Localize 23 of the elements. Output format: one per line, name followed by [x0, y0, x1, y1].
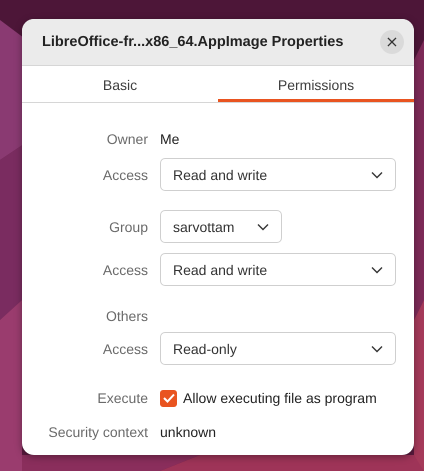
field-value: unknown — [160, 424, 216, 440]
field-label: Others — [104, 308, 148, 324]
field-label: Owner — [106, 131, 148, 147]
dropdown[interactable]: Read-only — [160, 332, 396, 365]
checkbox[interactable] — [160, 390, 177, 406]
chevron-down-icon — [371, 344, 383, 352]
dropdown[interactable]: Read and write — [160, 158, 396, 191]
field-label: Access — [102, 262, 148, 278]
field-label: Access — [102, 340, 148, 356]
window-title: LibreOffice-fr...x86_64.AppImage Properties — [42, 34, 344, 50]
tab[interactable]: Permissions — [218, 66, 414, 102]
field-label: Execute — [96, 390, 148, 406]
field-label: Access — [102, 166, 148, 182]
dropdown[interactable]: sarvottam — [160, 210, 282, 243]
checkbox-label[interactable]: Allow executing file as program — [183, 390, 377, 406]
close-button[interactable]: × — [380, 30, 404, 54]
field-value: Me — [160, 131, 180, 147]
chevron-down-icon — [257, 222, 269, 230]
chevron-down-icon — [371, 266, 383, 274]
dropdown[interactable]: Read and write — [160, 253, 396, 286]
field-label: Security context — [47, 424, 148, 440]
field-label: Group — [108, 218, 148, 234]
chevron-down-icon — [371, 170, 383, 178]
